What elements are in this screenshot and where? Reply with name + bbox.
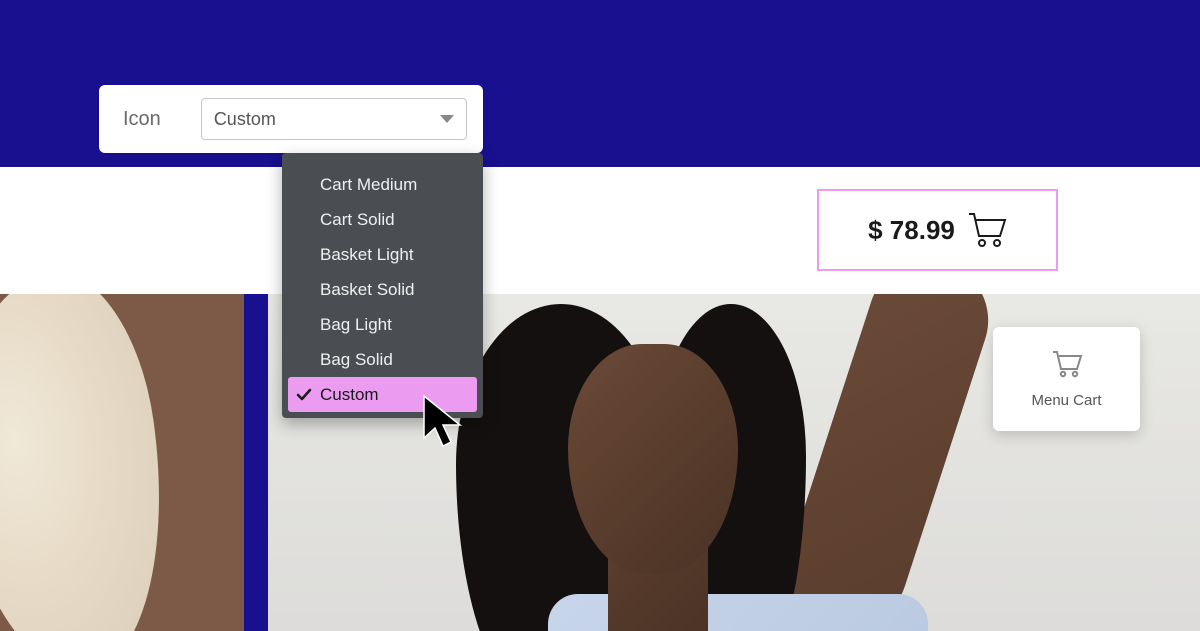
chevron-down-icon [440, 115, 454, 123]
icon-select-value: Custom [214, 109, 276, 130]
left-photo [0, 294, 244, 631]
dropdown-item-basket-light[interactable]: Basket Light [288, 237, 477, 272]
dropdown-item-cart-solid[interactable]: Cart Solid [288, 202, 477, 237]
check-icon [296, 387, 312, 403]
model-shirt [548, 594, 928, 631]
dropdown-item-label: Cart Solid [320, 210, 395, 230]
dropdown-item-label: Basket Light [320, 245, 414, 265]
icon-selector-label: Icon [123, 108, 161, 131]
price-text: $ 78.99 [868, 215, 955, 246]
dropdown-item-label: Bag Light [320, 315, 392, 335]
icon-select[interactable]: Custom [201, 98, 467, 140]
menu-cart-label: Menu Cart [1031, 392, 1101, 409]
model-face [568, 344, 738, 574]
dropdown-item-label: Basket Solid [320, 280, 415, 300]
price-box[interactable]: $ 78.99 [817, 189, 1058, 271]
dropdown-item-bag-light[interactable]: Bag Light [288, 307, 477, 342]
dropdown-item-label: Custom [320, 385, 379, 405]
dropdown-item-basket-solid[interactable]: Basket Solid [288, 272, 477, 307]
cursor-icon [420, 394, 468, 454]
garment-shape [0, 294, 187, 631]
dropdown-item-label: Bag Solid [320, 350, 393, 370]
icon-selector-panel: Icon Custom [99, 85, 483, 153]
model-arm [772, 294, 1004, 631]
icon-dropdown-menu: Cart Medium Cart Solid Basket Light Bask… [282, 153, 483, 418]
cart-icon [1051, 350, 1083, 378]
cart-icon [967, 212, 1007, 248]
dropdown-item-cart-medium[interactable]: Cart Medium [288, 167, 477, 202]
dropdown-item-label: Cart Medium [320, 175, 417, 195]
menu-cart-card[interactable]: Menu Cart [993, 327, 1140, 431]
dropdown-item-bag-solid[interactable]: Bag Solid [288, 342, 477, 377]
